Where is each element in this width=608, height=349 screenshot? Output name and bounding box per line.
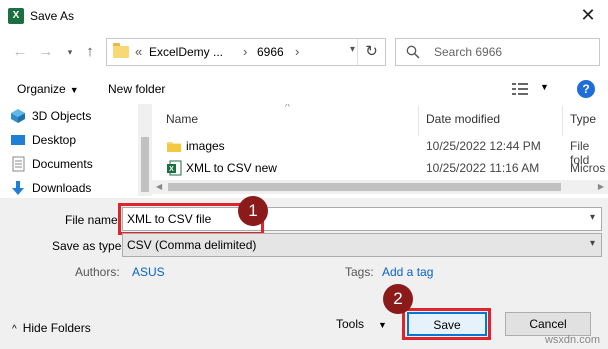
hide-folders-label: Hide Folders (22, 321, 91, 335)
step-2-badge: 2 (383, 284, 413, 314)
navigation-bar: ← → ▾ ↑ « ExcelDemy ... › 6966 › ▾ ↻ Sea… (0, 32, 608, 72)
column-divider[interactable] (562, 106, 563, 136)
documents-icon (12, 156, 25, 172)
excel-app-icon: X (8, 8, 24, 24)
desktop-icon (11, 135, 25, 145)
sort-ascending-icon: ^ (285, 104, 290, 113)
breadcrumb-6966[interactable]: 6966 (257, 45, 284, 59)
refresh-icon[interactable]: ↻ (357, 39, 385, 65)
chevron-down-icon[interactable]: ▾ (590, 212, 595, 223)
up-arrow-icon[interactable]: ↑ (80, 42, 100, 62)
window-title: Save As (30, 9, 75, 23)
search-placeholder: Search 6966 (434, 45, 503, 59)
view-options-icon[interactable] (512, 82, 528, 96)
scrollbar-thumb[interactable] (168, 183, 561, 191)
column-header-date[interactable]: Date modified (426, 112, 500, 126)
nav-item-3d-objects[interactable]: 3D Objects (11, 105, 92, 127)
file-name: XML to CSV new (186, 161, 277, 175)
save-as-type-label: Save as type: (52, 239, 125, 253)
breadcrumb-separator-icon[interactable]: › (295, 44, 299, 59)
downloads-icon (12, 181, 24, 195)
organize-button[interactable]: Organize ▼ (17, 82, 79, 96)
column-header-name[interactable]: Name (166, 112, 198, 126)
3d-objects-icon (11, 109, 25, 123)
file-row[interactable]: X XML to CSV new 10/25/2022 11:16 AM Mic… (152, 157, 608, 179)
nav-item-downloads[interactable]: Downloads (12, 177, 92, 198)
file-date: 10/25/2022 12:44 PM (426, 139, 541, 153)
svg-text:X: X (169, 166, 174, 173)
organize-label: Organize (17, 82, 66, 96)
watermark: wsxdn.com (544, 334, 600, 346)
address-bar[interactable]: « ExcelDemy ... › 6966 › ▾ ↻ (106, 38, 386, 66)
new-folder-button[interactable]: New folder (108, 82, 165, 96)
search-box[interactable]: Search 6966 (395, 38, 600, 66)
file-name-label: File name: (65, 213, 122, 227)
file-list-scrollbar[interactable]: ◀ ▶ (152, 180, 608, 194)
file-name: images (186, 139, 225, 153)
tools-label: Tools (336, 317, 365, 331)
tools-button[interactable]: Tools ▼ (336, 317, 387, 331)
nav-item-desktop[interactable]: Desktop (11, 129, 77, 151)
folder-icon (167, 142, 181, 152)
chevron-down-icon: ▼ (378, 320, 387, 330)
breadcrumb-separator-icon[interactable]: › (243, 44, 247, 59)
file-row[interactable]: images 10/25/2022 12:44 PM File fold (152, 135, 608, 167)
nav-item-label: 3D Objects (32, 109, 92, 123)
hide-folders-button[interactable]: ^ Hide Folders (12, 321, 91, 335)
chevron-down-icon: ▼ (69, 85, 79, 95)
column-header-type[interactable]: Type (570, 112, 596, 126)
save-as-type-select[interactable]: CSV (Comma delimited) ▾ (122, 233, 602, 257)
view-dropdown-icon[interactable]: ▼ (540, 82, 549, 92)
cancel-button[interactable]: Cancel (505, 312, 591, 336)
overflow-crumb-icon[interactable]: « (135, 44, 142, 59)
save-as-type-value: CSV (Comma delimited) (127, 238, 257, 252)
add-tag-link[interactable]: Add a tag (382, 265, 433, 279)
help-icon[interactable]: ? (577, 80, 595, 98)
back-arrow-icon[interactable]: ← (10, 42, 30, 62)
chevron-up-icon: ^ (12, 324, 17, 335)
search-icon (406, 45, 420, 59)
breadcrumb-exceldemy[interactable]: ExcelDemy ... (149, 45, 223, 59)
highlight-save-button (402, 308, 491, 340)
authors-value[interactable]: ASUS (132, 265, 165, 279)
nav-item-documents[interactable]: Documents (12, 153, 93, 175)
forward-arrow-icon[interactable]: → (36, 42, 56, 62)
save-form-panel: File name: XML to CSV file ▾ 1 Save as t… (0, 196, 608, 349)
excel-file-icon: X (167, 160, 182, 176)
scroll-right-icon[interactable]: ▶ (598, 180, 604, 194)
file-type: Micros (570, 161, 606, 175)
recent-locations-chevron-icon[interactable]: ▾ (60, 42, 80, 62)
address-dropdown-icon[interactable]: ▾ (350, 44, 355, 55)
scroll-left-icon[interactable]: ◀ (156, 180, 162, 194)
nav-item-label: Desktop (32, 133, 77, 147)
nav-item-label: Downloads (32, 181, 92, 195)
authors-label: Authors: (75, 265, 120, 279)
nav-pane-scrollbar[interactable] (138, 104, 152, 196)
scrollbar-thumb[interactable] (141, 137, 149, 192)
folder-icon (113, 43, 129, 58)
navigation-pane: 3D Objects Desktop Documents Downloads (0, 104, 152, 198)
nav-item-label: Documents (32, 157, 93, 171)
chevron-down-icon[interactable]: ▾ (590, 238, 595, 249)
close-icon[interactable]: ✕ (576, 3, 600, 27)
step-1-badge: 1 (238, 196, 268, 226)
title-bar: X Save As ✕ (0, 0, 608, 32)
column-divider[interactable] (418, 106, 419, 136)
tags-label: Tags: (345, 265, 374, 279)
command-toolbar: Organize ▼ New folder ▼ ? (0, 74, 608, 104)
file-date: 10/25/2022 11:16 AM (426, 161, 540, 175)
